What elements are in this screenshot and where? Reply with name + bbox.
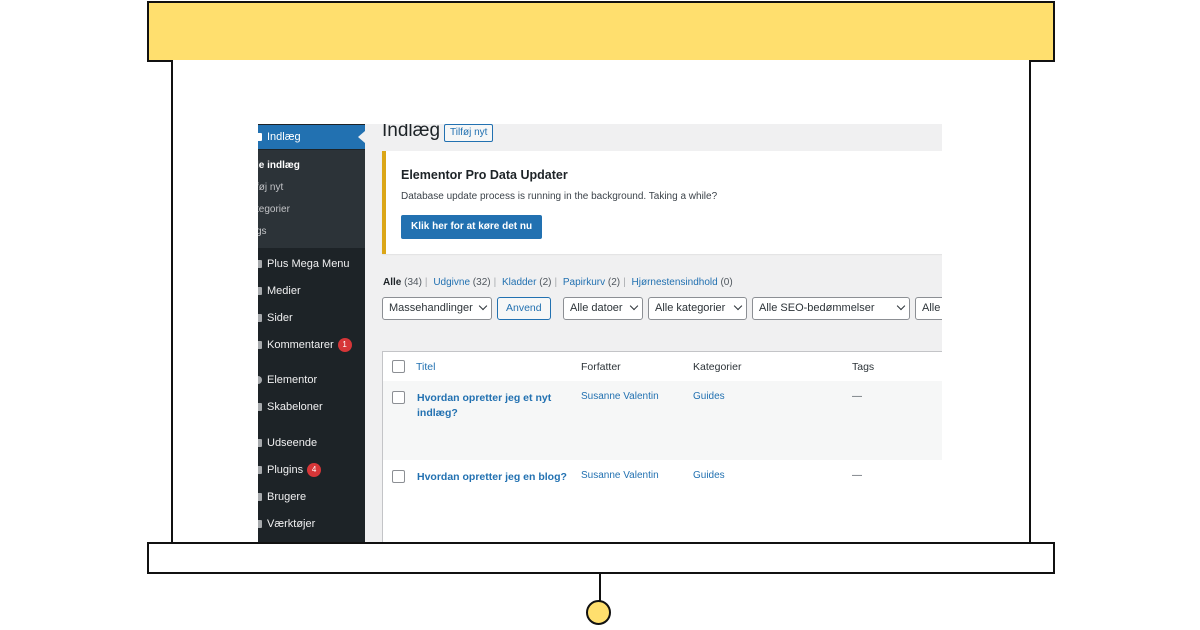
- elementor-notice: Elementor Pro Data Updater Database upda…: [382, 151, 942, 254]
- comments-count-badge: 1: [337, 338, 352, 352]
- sidebar-item-users[interactable]: Brugere: [258, 485, 365, 509]
- column-tags: Tags: [852, 361, 875, 373]
- chevron-down-icon: [629, 301, 639, 311]
- filter-published-count: (32): [472, 277, 491, 288]
- filter-drafts[interactable]: Kladder: [502, 277, 536, 288]
- apply-button[interactable]: Anvend: [497, 297, 551, 320]
- row-checkbox[interactable]: [392, 470, 405, 483]
- pages-icon: [258, 314, 262, 322]
- screen-top-bar: [147, 1, 1055, 62]
- pull-ring-icon: [586, 600, 611, 625]
- seo-filter-value: Alle SEO-bedømmelser: [759, 302, 875, 314]
- column-title[interactable]: Titel: [416, 361, 435, 373]
- sidebar-item-plus-mega-menu[interactable]: Plus Mega Menu: [258, 252, 365, 276]
- media-icon: [258, 287, 262, 295]
- post-title-link[interactable]: Hvordan opretter jeg en blog?: [417, 470, 567, 485]
- notice-title: Elementor Pro Data Updater: [401, 168, 568, 182]
- posts-submenu: le indlæg føj nyt tegorier gs: [258, 150, 365, 248]
- bulk-actions-value: Massehandlinger: [389, 302, 473, 314]
- dates-filter-select[interactable]: Alle datoer: [563, 297, 643, 320]
- sidebar-item-comments[interactable]: Kommentarer 1: [258, 333, 365, 357]
- sidebar-item-tools[interactable]: Værktøjer: [258, 512, 365, 536]
- filter-cornerstone[interactable]: Hjørnestensindhold: [632, 277, 718, 288]
- filter-all-count: (34): [404, 277, 422, 288]
- more-filter-value: Alle: [922, 302, 941, 314]
- pull-cord: [599, 572, 601, 602]
- chevron-down-icon: [733, 301, 743, 311]
- sidebar-item-plugins[interactable]: Plugins 4: [258, 458, 365, 482]
- sidebar-item-label: Plugins: [267, 464, 304, 476]
- users-icon: [258, 493, 262, 501]
- sidebar-item-templates[interactable]: Skabeloner: [258, 395, 365, 419]
- comments-icon: [258, 341, 262, 349]
- sidebar-item-appearance[interactable]: Udseende: [258, 431, 365, 455]
- filter-all[interactable]: Alle: [383, 277, 401, 288]
- screen-bottom-bar: [147, 542, 1055, 574]
- page-title: Indlæg: [382, 124, 441, 141]
- filter-trash[interactable]: Papirkurv: [563, 277, 605, 288]
- post-tags: —: [852, 470, 862, 481]
- tools-icon: [258, 520, 262, 528]
- column-categories: Kategorier: [693, 361, 742, 373]
- wp-admin-screenshot: Indlæg le indlæg føj nyt tegorier gs Plu…: [258, 124, 942, 542]
- table-row: Hvordan opretter jeg et nyt indlæg? Susa…: [383, 381, 942, 460]
- filter-trash-count: (2): [607, 277, 621, 288]
- more-filter-select[interactable]: Alle: [915, 297, 942, 320]
- appearance-icon: [258, 439, 262, 447]
- filter-cornerstone-count: (0): [720, 277, 733, 288]
- table-header: Titel Forfatter Kategorier Tags: [383, 352, 942, 382]
- chevron-down-icon: [478, 301, 488, 311]
- main-content: Indlæg Tilføj nyt Elementor Pro Data Upd…: [365, 124, 942, 542]
- row-checkbox[interactable]: [392, 391, 405, 404]
- sidebar-item-posts[interactable]: Indlæg: [258, 125, 365, 149]
- submenu-categories[interactable]: tegorier: [258, 200, 290, 220]
- post-tags: —: [852, 391, 862, 402]
- sidebar-item-pages[interactable]: Sider: [258, 306, 365, 330]
- post-category-link[interactable]: Guides: [693, 391, 725, 402]
- menu-icon: [258, 260, 262, 268]
- filter-published[interactable]: Udgivne: [433, 277, 470, 288]
- column-author: Forfatter: [581, 361, 621, 373]
- posts-table: Titel Forfatter Kategorier Tags Hvordan …: [382, 351, 942, 542]
- categories-filter-select[interactable]: Alle kategorier: [648, 297, 747, 320]
- post-title-link[interactable]: Hvordan opretter jeg et nyt indlæg?: [417, 391, 567, 421]
- posts-icon: [258, 133, 262, 141]
- plugins-count-badge: 4: [307, 463, 322, 477]
- elementor-icon: [258, 376, 262, 384]
- run-update-button[interactable]: Klik her for at køre det nu: [401, 215, 543, 239]
- bulk-actions-select[interactable]: Massehandlinger: [382, 297, 492, 320]
- templates-icon: [258, 403, 262, 411]
- admin-sidebar: Indlæg le indlæg føj nyt tegorier gs Plu…: [258, 124, 365, 542]
- categories-filter-value: Alle kategorier: [655, 302, 726, 314]
- submenu-all-posts[interactable]: le indlæg: [258, 156, 300, 176]
- plugins-icon: [258, 466, 262, 474]
- add-new-button[interactable]: Tilføj nyt: [444, 124, 494, 142]
- dates-filter-value: Alle datoer: [570, 302, 623, 314]
- select-all-checkbox[interactable]: [392, 360, 405, 373]
- post-category-link[interactable]: Guides: [693, 470, 725, 481]
- submenu-add-new[interactable]: føj nyt: [258, 178, 283, 198]
- sidebar-item-media[interactable]: Medier: [258, 279, 365, 303]
- post-status-filters: Alle (34) | Udgivne (32) | Kladder (2) | Pa…: [383, 277, 733, 288]
- seo-filter-select[interactable]: Alle SEO-bedømmelser: [752, 297, 910, 320]
- post-author-link[interactable]: Susanne Valentin: [581, 470, 659, 481]
- post-author-link[interactable]: Susanne Valentin: [581, 391, 659, 402]
- chevron-down-icon: [896, 301, 906, 311]
- notice-text: Database update process is running in th…: [401, 191, 718, 202]
- table-row: Hvordan opretter jeg en blog? Susanne Va…: [383, 460, 942, 542]
- submenu-tags[interactable]: gs: [258, 222, 267, 242]
- sidebar-item-label: Kommentarer: [267, 339, 334, 351]
- sidebar-item-elementor[interactable]: Elementor: [258, 368, 365, 392]
- filter-drafts-count: (2): [539, 277, 552, 288]
